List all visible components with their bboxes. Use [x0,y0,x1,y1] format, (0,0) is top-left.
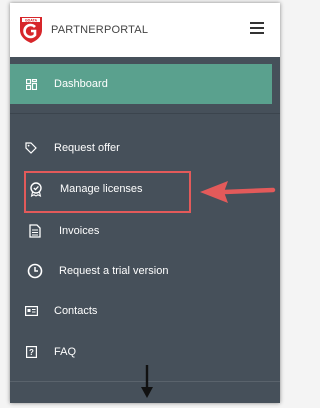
logo-text: GDATA [25,18,38,22]
highlight-box [24,171,191,213]
sidebar-item-contacts[interactable]: Contacts [10,291,272,331]
red-arrow-icon [200,181,276,208]
svg-text:?: ? [29,348,34,357]
sidebar-item-label: Request offer [54,142,120,154]
top-bar: GDATA PARTNERPORTAL [10,3,280,57]
hamburger-icon[interactable] [250,22,264,34]
down-arrow-icon [140,365,154,403]
sidebar-item-label: FAQ [54,346,77,358]
question-icon: ? [24,345,38,359]
sidebar-item-request-offer[interactable]: Request offer [10,128,272,168]
portal-title: PARTNERPORTAL [51,24,149,36]
contact-card-icon [24,304,38,318]
clock-icon [27,263,43,279]
partner-portal-window: GDATA PARTNERPORTAL Dashboard Request of… [10,3,280,403]
sidebar-item-dashboard[interactable]: Dashboard [10,64,272,104]
tag-icon [24,141,38,155]
sidebar-item-label: Invoices [59,225,100,237]
sidebar-item-label: Request a trial version [59,265,169,277]
gdata-logo-icon[interactable]: GDATA [18,14,44,44]
dashboard-icon [24,77,38,91]
sidebar-item-request-trial[interactable]: Request a trial version [10,251,272,291]
sidebar-item-label: Contacts [54,305,98,317]
sidebar-item-invoices[interactable]: Invoices [10,211,272,251]
sidebar-item-label: Dashboard [54,78,108,90]
divider [10,113,280,114]
document-icon [28,224,42,238]
